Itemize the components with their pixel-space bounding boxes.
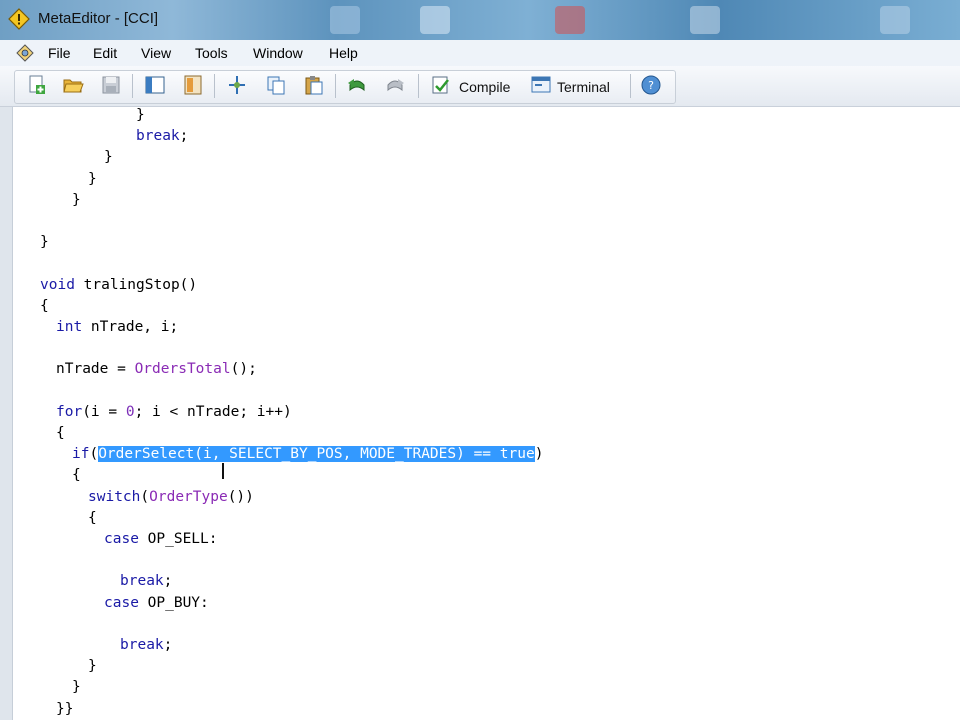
menu-help[interactable]: Help <box>329 45 358 61</box>
code-line[interactable]: break; <box>120 571 172 591</box>
code-line[interactable]: } <box>88 656 97 676</box>
code-line[interactable]: nTrade = OrdersTotal(); <box>56 359 257 379</box>
menu-tools[interactable]: Tools <box>195 45 228 61</box>
save-icon[interactable] <box>100 74 122 96</box>
code-line[interactable]: if(OrderSelect(i, SELECT_BY_POS, MODE_TR… <box>72 444 543 464</box>
svg-text:?: ? <box>648 79 654 92</box>
window-title: MetaEditor - [CCI] <box>38 10 159 27</box>
code-line[interactable]: } <box>72 677 81 697</box>
toolbar: Compile Terminal ? <box>0 66 960 107</box>
code-line[interactable]: { <box>40 296 49 316</box>
document-control-icon[interactable] <box>16 44 34 62</box>
code-line[interactable]: } <box>72 190 81 210</box>
text-cursor <box>222 463 224 479</box>
toolbar-separator <box>132 74 133 98</box>
code-line[interactable]: case OP_SELL: <box>104 529 218 549</box>
code-line[interactable]: } <box>104 147 113 167</box>
desktop-icon <box>690 6 720 34</box>
code-line[interactable]: { <box>56 423 65 443</box>
compile-icon[interactable] <box>430 74 452 96</box>
code-line[interactable]: }} <box>56 699 73 719</box>
code-line[interactable]: case OP_BUY: <box>104 593 209 613</box>
code-line[interactable]: } <box>40 232 49 252</box>
title-bar: MetaEditor - [CCI] <box>0 0 960 40</box>
new-file-icon[interactable] <box>26 74 48 96</box>
toolbar-separator <box>630 74 631 98</box>
code-line[interactable]: switch(OrderType()) <box>88 487 254 507</box>
metaeditor-diamond-icon[interactable] <box>8 8 30 30</box>
code-line[interactable]: } <box>88 169 97 189</box>
desktop-icon <box>420 6 450 34</box>
selected-text[interactable]: OrderSelect(i, SELECT_BY_POS, MODE_TRADE… <box>98 446 535 463</box>
terminal-button[interactable]: Terminal <box>557 79 610 95</box>
toolbar-separator <box>214 74 215 98</box>
copy-icon[interactable] <box>265 74 287 96</box>
toolbar-separator <box>418 74 419 98</box>
undo-icon[interactable] <box>346 74 368 96</box>
code-line[interactable]: int nTrade, i; <box>56 317 178 337</box>
desktop-icon <box>330 6 360 34</box>
code-line[interactable]: { <box>72 465 81 485</box>
menu-view[interactable]: View <box>141 45 171 61</box>
code-line[interactable]: break; <box>136 126 188 146</box>
menu-edit[interactable]: Edit <box>93 45 117 61</box>
redo-icon[interactable] <box>384 74 406 96</box>
terminal-icon[interactable] <box>530 74 552 96</box>
toolbar-separator <box>335 74 336 98</box>
navigator-icon[interactable] <box>144 74 166 96</box>
code-line[interactable]: void tralingStop() <box>40 275 197 295</box>
menu-file[interactable]: File <box>48 45 71 61</box>
editor-left-border <box>0 107 13 720</box>
help-icon[interactable]: ? <box>640 74 662 96</box>
menu-bar: File Edit View Tools Window Help <box>0 40 960 67</box>
menu-window[interactable]: Window <box>253 45 303 61</box>
code-line[interactable]: for(i = 0; i < nTrade; i++) <box>56 402 292 422</box>
desktop-icon <box>555 6 585 34</box>
desktop-icon <box>880 6 910 34</box>
paste-icon[interactable] <box>303 74 325 96</box>
compile-button[interactable]: Compile <box>459 79 510 95</box>
code-line[interactable]: { <box>88 508 97 528</box>
code-line[interactable]: break; <box>120 635 172 655</box>
toolbox-icon[interactable] <box>182 74 204 96</box>
code-line[interactable]: } <box>136 105 145 125</box>
cut-icon[interactable] <box>226 74 248 96</box>
open-folder-icon[interactable] <box>62 74 84 96</box>
